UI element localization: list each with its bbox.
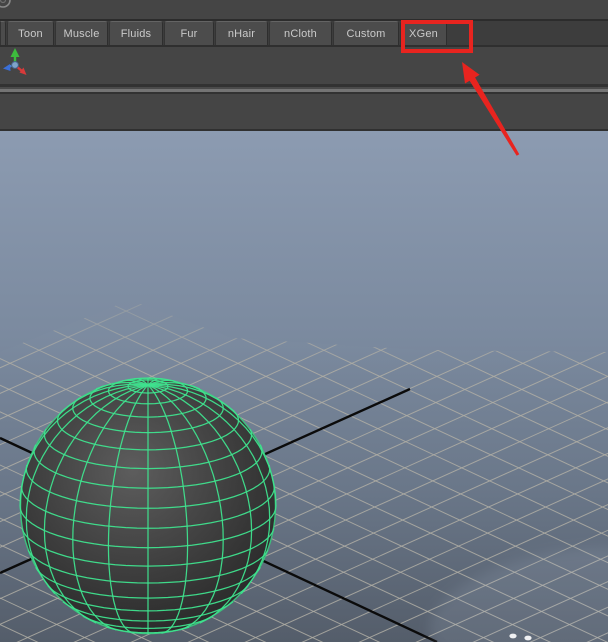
shelf-tab-ncloth[interactable]: nCloth (269, 21, 332, 45)
viewport-3d[interactable] (0, 131, 608, 642)
shelf-tab-bar: ToonMuscleFluidsFurnHairnClothCustomXGen (0, 21, 608, 47)
shelf-tab-custom[interactable]: Custom (333, 21, 399, 45)
shelf-tab-nhair[interactable]: nHair (215, 21, 268, 45)
maya-window: ToonMuscleFluidsFurnHairnClothCustomXGen (0, 0, 608, 642)
shelf-tab-partial[interactable] (0, 21, 6, 45)
shelf-tab-muscle[interactable]: Muscle (55, 21, 108, 45)
shelf-tab-toon[interactable]: Toon (7, 21, 54, 45)
shelf-tab-fluids[interactable]: Fluids (109, 21, 163, 45)
shelf-content (0, 47, 608, 84)
panel-toolbar-area (0, 94, 608, 131)
shelf-tab-fur[interactable]: Fur (164, 21, 214, 45)
shelf-tab-xgen[interactable]: XGen (400, 21, 447, 45)
partial-dial-icon (0, 0, 18, 13)
move-tool-icon[interactable] (2, 44, 32, 78)
toolbar-strip (0, 0, 608, 21)
